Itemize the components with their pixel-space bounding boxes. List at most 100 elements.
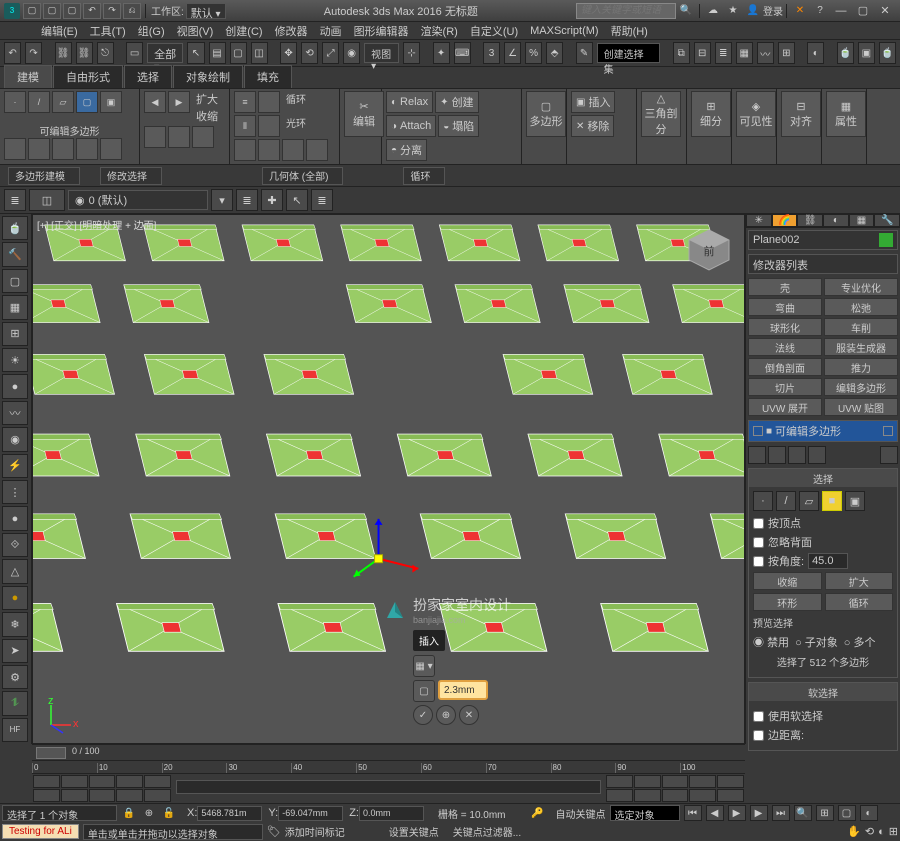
- visibility-button[interactable]: ◈可见性: [736, 91, 776, 137]
- stack-pin-icon[interactable]: [748, 446, 766, 464]
- select-button[interactable]: ▭: [126, 42, 143, 64]
- object-color-swatch[interactable]: [879, 233, 893, 247]
- curve-editor-button[interactable]: 〰: [757, 42, 774, 64]
- menu-tools[interactable]: 工具(T): [84, 23, 132, 39]
- script-listener[interactable]: Testing for ALi: [2, 824, 79, 839]
- radio-subobj[interactable]: ○ 子对象: [795, 634, 838, 650]
- rb-m1[interactable]: [234, 139, 256, 161]
- stack-unique-icon[interactable]: [788, 446, 806, 464]
- layer-btn6[interactable]: ↖: [286, 189, 308, 211]
- stack-show-icon[interactable]: [768, 446, 786, 464]
- add-time-tag[interactable]: 添加时间标记: [285, 824, 345, 839]
- lt-sphere2-icon[interactable]: ◉: [2, 427, 28, 451]
- unlink-button[interactable]: ⛓: [76, 42, 93, 64]
- rb-x2[interactable]: [168, 126, 190, 148]
- modifier-stack[interactable]: ■ 可编辑多边形: [748, 420, 898, 442]
- app-x-icon[interactable]: ✕: [792, 3, 808, 19]
- nav-pan-icon[interactable]: ✋: [847, 825, 861, 838]
- selection-set-dropdown[interactable]: 创建选择集: [597, 43, 661, 63]
- radio-multi[interactable]: ○ 多个: [844, 634, 876, 650]
- so-edge-icon[interactable]: /: [776, 491, 796, 511]
- rb-m3[interactable]: [282, 139, 304, 161]
- sub-geom[interactable]: 几何体 (全部): [262, 167, 343, 185]
- caddy-apply-button[interactable]: ⊕: [436, 705, 456, 725]
- edit-button[interactable]: ✂编辑: [344, 91, 384, 137]
- keyboard-button[interactable]: ⌨: [454, 42, 471, 64]
- tab-selection[interactable]: 选择: [124, 65, 172, 88]
- rollout-selection-header[interactable]: 选择: [749, 469, 897, 487]
- nr6[interactable]: [606, 789, 633, 802]
- align-button[interactable]: ⊟: [694, 42, 711, 64]
- nr7[interactable]: [634, 789, 661, 802]
- key-icon[interactable]: 🔑: [530, 805, 546, 821]
- btn-ring[interactable]: 环形: [753, 593, 822, 611]
- menu-animation[interactable]: 动画: [314, 23, 348, 39]
- nb4[interactable]: [116, 775, 143, 788]
- ring-label[interactable]: 光环: [286, 115, 306, 137]
- lt-sun-icon[interactable]: ☀: [2, 348, 28, 372]
- lt-gold-icon[interactable]: ●: [2, 586, 28, 610]
- lt-dots-icon[interactable]: ⋮: [2, 480, 28, 504]
- mod-editpoly[interactable]: 编辑多边形: [824, 378, 898, 396]
- rb-d[interactable]: [76, 138, 98, 160]
- filter-dropdown[interactable]: 全部 ▾: [147, 43, 183, 63]
- iso-icon[interactable]: ⊕: [141, 805, 157, 821]
- rb-a[interactable]: [4, 138, 26, 160]
- material-button[interactable]: ◐: [807, 42, 824, 64]
- layer-btn2[interactable]: ◫: [29, 189, 65, 211]
- rb-poly[interactable]: ▢: [76, 91, 98, 113]
- rb-vertex[interactable]: ·: [4, 91, 26, 113]
- play-start-icon[interactable]: ⏮: [684, 805, 702, 821]
- lt-spline-icon[interactable]: 〰: [2, 401, 28, 425]
- trackbar-scrollbar[interactable]: [176, 780, 601, 794]
- coord-x[interactable]: 5468.781m: [197, 806, 262, 821]
- coord-z[interactable]: 0.0mm: [359, 806, 424, 821]
- search-icon[interactable]: 🔍: [678, 3, 694, 19]
- nav-extents-icon[interactable]: ▢: [838, 805, 856, 821]
- layer-btn1[interactable]: ≣: [4, 189, 26, 211]
- editset-button[interactable]: ✎: [576, 42, 593, 64]
- select-object-button[interactable]: ↖: [187, 42, 204, 64]
- help-search-input[interactable]: [576, 3, 676, 19]
- mod-normal[interactable]: 法线: [748, 338, 822, 356]
- tab-motion-icon[interactable]: ◐: [823, 214, 849, 227]
- rb-ring-icon[interactable]: ⦀: [234, 115, 256, 137]
- lt-grass-icon[interactable]: ⥮: [2, 691, 28, 715]
- create-button[interactable]: ✦ 创建: [435, 91, 478, 113]
- lt-hammer-icon[interactable]: 🔨: [2, 242, 28, 266]
- rb-b[interactable]: [28, 138, 50, 160]
- lt-grid2-icon[interactable]: ⊞: [2, 322, 28, 346]
- lt-gear-icon[interactable]: ⚙: [2, 665, 28, 689]
- tab-utilities-icon[interactable]: 🔧: [874, 214, 900, 227]
- so-border-icon[interactable]: ▱: [799, 491, 819, 511]
- viewport-label[interactable]: [+] [正交] [明暗处理 + 边面]: [37, 217, 156, 232]
- lt-arrows-icon[interactable]: ⟐: [2, 533, 28, 557]
- placement-button[interactable]: ◉: [343, 42, 360, 64]
- sub-loop[interactable]: 循环: [403, 167, 445, 185]
- menu-customize[interactable]: 自定义(U): [464, 23, 524, 39]
- layer-btn4[interactable]: ≣: [236, 189, 258, 211]
- scale-button[interactable]: ⤢: [322, 42, 339, 64]
- layers-button[interactable]: ≣: [715, 42, 732, 64]
- refcoord-dropdown[interactable]: 视图 ▾: [364, 43, 399, 63]
- toggle-ribbon-button[interactable]: ▦: [736, 42, 753, 64]
- btn-grow[interactable]: 扩大: [825, 572, 894, 590]
- keyfilter-dropdown[interactable]: 选定对象: [610, 805, 680, 821]
- angle-spinner[interactable]: 45.0: [808, 553, 848, 569]
- caddy-ok-button[interactable]: ✓: [413, 705, 433, 725]
- menu-group[interactable]: 组(G): [132, 23, 171, 39]
- link-button[interactable]: ⛓: [55, 42, 72, 64]
- nr8[interactable]: [662, 789, 689, 802]
- spinner-snap-button[interactable]: ⬘: [546, 42, 563, 64]
- nr3[interactable]: [662, 775, 689, 788]
- login-link[interactable]: 登录: [763, 3, 783, 18]
- nb6[interactable]: [33, 789, 60, 802]
- render-button[interactable]: 🍵: [879, 42, 896, 64]
- lt-grid-icon[interactable]: ▦: [2, 295, 28, 319]
- help-icon[interactable]: ?: [812, 3, 828, 19]
- app-logo-icon[interactable]: 3: [4, 3, 20, 19]
- user-icon[interactable]: 👤: [745, 3, 761, 19]
- tri-button[interactable]: △三角剖分: [641, 91, 681, 137]
- so-element-icon[interactable]: ▣: [845, 491, 865, 511]
- stack-remove-icon[interactable]: [808, 446, 826, 464]
